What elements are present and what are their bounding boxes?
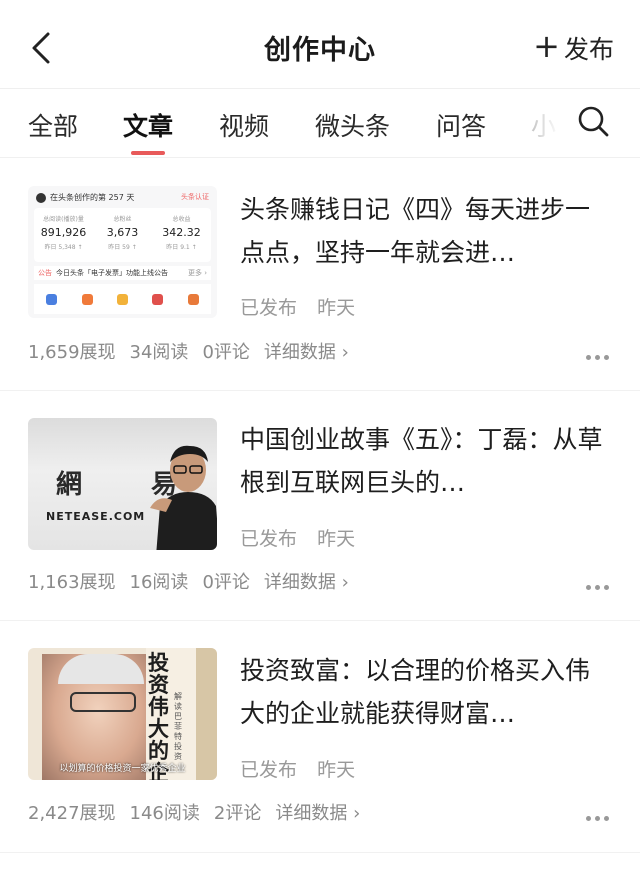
impressions-count: 1,163展现 [28, 572, 116, 593]
publish-time: 昨天 [317, 528, 356, 550]
tab-qa[interactable]: 问答 [436, 107, 486, 143]
divider [0, 390, 640, 391]
thumb-caption: 以划算的价格投资一家优秀企业 [59, 764, 186, 774]
person-image [150, 445, 217, 550]
article-status: 已发布 昨天 [240, 755, 355, 782]
article-title[interactable]: 头条赚钱日记《四》每天进步一点点，坚持一年就会进… [240, 188, 610, 274]
status-text: 已发布 [240, 759, 298, 781]
stat-value: 3,673 [106, 226, 139, 239]
chevron-right-icon: › [341, 572, 349, 593]
avatar [36, 192, 46, 203]
article-status: 已发布 昨天 [240, 524, 355, 551]
article-thumbnail[interactable]: 投资伟大的企 解读巴菲特投资 以划算的价格投资一家优秀企业 [28, 648, 217, 780]
thumb-url-text: NETEASE.COM [46, 510, 146, 523]
article-title[interactable]: 中国创业故事《五》：丁磊：从草根到互联网巨头的… [240, 418, 610, 504]
notice-text: 今日头条「电子发票」功能上线公告 [56, 269, 168, 277]
detail-data-link[interactable]: 详细数据 › [264, 568, 349, 594]
plus-icon: + [533, 27, 560, 65]
search-icon[interactable] [576, 104, 610, 138]
status-text: 已发布 [240, 528, 298, 550]
reads-count: 146阅读 [129, 803, 200, 824]
detail-label: 详细数据 [263, 342, 336, 363]
stat-label: 总粉丝 [113, 216, 132, 223]
detail-data-link[interactable]: 详细数据 › [264, 338, 349, 364]
comments-count: 0评论 [202, 572, 250, 593]
book-subtitle: 解读巴菲特投资 [174, 692, 182, 761]
tab-videos[interactable]: 视频 [219, 107, 269, 143]
reads-count: 16阅读 [129, 572, 189, 593]
chevron-right-icon: › [341, 342, 349, 363]
status-text: 已发布 [240, 297, 298, 319]
thumb-header: 在头条创作的第 257 天 [36, 192, 134, 203]
more-options-icon[interactable] [586, 806, 614, 821]
detail-data-link[interactable]: 详细数据 › [275, 799, 360, 825]
publish-button[interactable]: + 发布 [533, 30, 614, 66]
notice-more: 更多 › [187, 269, 207, 277]
stats-card: 总阅读(播放)量 891,926 昨日 5,348 ↑ 总粉丝 3,673 昨日… [34, 208, 211, 262]
stat-value: 891,926 [40, 226, 87, 239]
active-tab-indicator [131, 151, 165, 155]
stat-label: 总阅读(播放)量 [43, 216, 84, 223]
verified-badge: 头条认证 [181, 193, 209, 201]
comments-count: 0评论 [202, 342, 250, 363]
publish-label: 发布 [563, 35, 614, 64]
stat-sub: 昨日 59 ↑ [108, 244, 137, 251]
reads-count: 34阅读 [129, 342, 189, 363]
publish-time: 昨天 [317, 297, 356, 319]
top-bar: 创作中心 + 发布 [0, 0, 640, 89]
article-stats: 2,427展现 146阅读 2评论 详细数据 › [28, 799, 374, 825]
article-title[interactable]: 投资致富：以合理的价格买入伟大的企业就能获得财富… [240, 649, 610, 735]
publish-time: 昨天 [317, 759, 356, 781]
chevron-right-icon: › [353, 803, 361, 824]
tool-icon [187, 293, 199, 305]
article-thumbnail[interactable]: 在头条创作的第 257 天 头条认证 总阅读(播放)量 891,926 昨日 5… [28, 186, 217, 318]
stat-label: 总收益 [172, 216, 191, 223]
stat-sub: 昨日 5,348 ↑ [44, 244, 83, 251]
article-stats: 1,659展现 34阅读 0评论 详细数据 › [28, 338, 363, 364]
article-status: 已发布 昨天 [240, 293, 355, 320]
portrait-glasses [70, 692, 136, 712]
more-options-icon[interactable] [586, 345, 614, 360]
article-thumbnail[interactable]: 網 易 NETEASE.COM [28, 418, 217, 550]
tab-bar: 全部 文章 视频 微头条 问答 小 [0, 89, 640, 158]
detail-label: 详细数据 [263, 572, 336, 593]
crown-icon [116, 293, 128, 305]
thumb-header-text: 在头条创作的第 257 天 [50, 193, 135, 202]
divider [0, 620, 640, 621]
notice-tag: 公告 [38, 269, 52, 277]
impressions-count: 2,427展现 [28, 803, 116, 824]
tab-fade-mask [528, 99, 568, 149]
tab-articles[interactable]: 文章 [123, 107, 173, 143]
stat-sub: 昨日 9.1 ↑ [166, 244, 197, 251]
divider [0, 852, 640, 853]
notice-bar: 公告 今日头条「电子发票」功能上线公告 更多 › [34, 266, 211, 280]
tool-icon [81, 293, 93, 305]
portrait-hair [58, 654, 144, 684]
article-stats: 1,163展现 16阅读 0评论 详细数据 › [28, 568, 363, 594]
tab-all[interactable]: 全部 [28, 107, 78, 143]
stat-value: 342.32 [162, 226, 201, 239]
stat-column: 总收益 342.32 昨日 9.1 ↑ [154, 214, 209, 251]
tool-icon-row [34, 284, 211, 314]
impressions-count: 1,659展现 [28, 342, 116, 363]
stat-column: 总阅读(播放)量 891,926 昨日 5,348 ↑ [36, 214, 91, 251]
tab-micro-headlines[interactable]: 微头条 [315, 107, 390, 143]
stat-column: 总粉丝 3,673 昨日 59 ↑ [95, 214, 150, 251]
detail-label: 详细数据 [275, 803, 348, 824]
comments-count: 2评论 [213, 803, 262, 824]
more-options-icon[interactable] [586, 575, 614, 590]
tool-icon [152, 293, 164, 305]
chart-icon [46, 293, 58, 305]
